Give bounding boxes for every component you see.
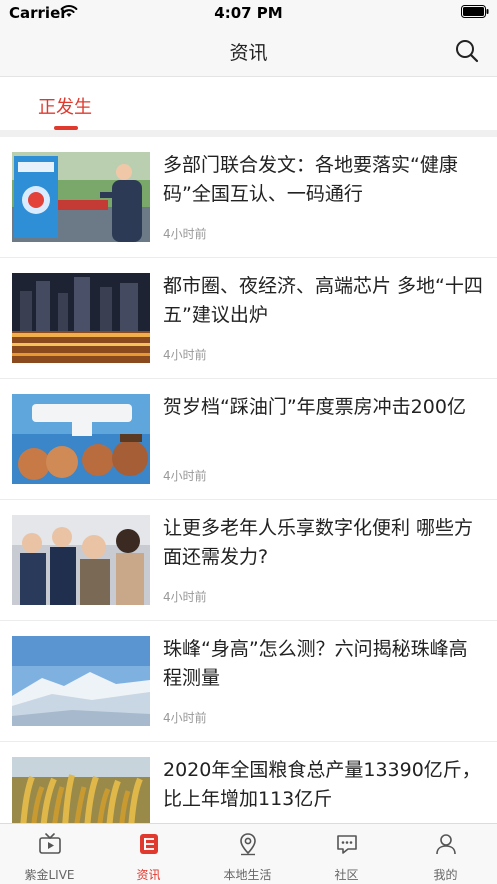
tab-community[interactable]: 社区 xyxy=(297,824,396,884)
tab-label: 社区 xyxy=(334,868,359,882)
bottom-tab-bar: 紫金LIVE 资讯 本地生活 社区 我的 xyxy=(0,823,497,884)
news-time: 4小时前 xyxy=(163,227,207,241)
news-time: 4小时前 xyxy=(163,711,207,725)
tab-label: 我的 xyxy=(433,868,458,882)
news-title: 贺岁档“踩油门”年度票房冲击200亿 xyxy=(163,396,466,418)
tab-label: 资讯 xyxy=(136,868,161,882)
news-time: 4小时前 xyxy=(163,348,207,362)
tab-news[interactable]: 资讯 xyxy=(99,824,198,884)
battery-icon xyxy=(461,5,489,18)
news-item[interactable]: 都市圈、夜经济、高端芯片 多地“十四五”建议出炉 4小时前 xyxy=(0,258,497,379)
news-item[interactable]: 让更多老年人乐享数字化便利 哪些方面还需发力? 4小时前 xyxy=(0,500,497,621)
news-title: 让更多老年人乐享数字化便利 哪些方面还需发力? xyxy=(163,517,474,568)
news-thumbnail xyxy=(12,636,150,726)
news-list: 多部门联合发文：各地要落实“健康码”全国互认、一码通行 4小时前 都市圈、夜经济… xyxy=(0,137,497,823)
tab-local-life[interactable]: 本地生活 xyxy=(198,824,297,884)
news-item[interactable]: 2020年全国粮食总产量13390亿斤，比上年增加113亿斤 xyxy=(0,742,497,823)
nav-bar: 资讯 xyxy=(0,26,497,77)
status-bar: Carrier 4:07 PM xyxy=(0,0,497,26)
news-time: 4小时前 xyxy=(163,469,207,483)
tab-label: 紫金LIVE xyxy=(24,868,75,882)
news-thumbnail xyxy=(12,515,150,605)
clock: 4:07 PM xyxy=(214,4,283,22)
person-icon xyxy=(436,834,456,855)
search-icon[interactable] xyxy=(455,39,479,63)
news-thumbnail xyxy=(12,757,150,823)
news-title: 多部门联合发文：各地要落实“健康码”全国互认、一码通行 xyxy=(163,154,458,205)
news-thumbnail xyxy=(12,273,150,363)
news-item[interactable]: 贺岁档“踩油门”年度票房冲击200亿 4小时前 xyxy=(0,379,497,500)
tab-zhengfasheng[interactable]: 正发生 xyxy=(38,93,92,119)
tab-profile[interactable]: 我的 xyxy=(396,824,495,884)
news-thumbnail xyxy=(12,152,150,242)
news-title: 2020年全国粮食总产量13390亿斤，比上年增加113亿斤 xyxy=(163,759,481,810)
news-item[interactable]: 珠峰“身高”怎么测？六问揭秘珠峰高程测量 4小时前 xyxy=(0,621,497,742)
news-thumbnail xyxy=(12,394,150,484)
page-title: 资讯 xyxy=(229,42,268,64)
news-time: 4小时前 xyxy=(163,590,207,604)
tab-zijin-live[interactable]: 紫金LIVE xyxy=(0,824,99,884)
divider xyxy=(0,130,497,137)
tab-label: 本地生活 xyxy=(223,868,272,882)
news-title: 珠峰“身高”怎么测？六问揭秘珠峰高程测量 xyxy=(163,638,468,689)
news-title: 都市圈、夜经济、高端芯片 多地“十四五”建议出炉 xyxy=(163,275,483,326)
chat-bubble-icon xyxy=(337,835,357,854)
category-tabs: 正发生 xyxy=(0,77,497,130)
location-pin-icon xyxy=(240,833,256,856)
tv-icon xyxy=(39,833,61,854)
news-item[interactable]: 多部门联合发文：各地要落实“健康码”全国互认、一码通行 4小时前 xyxy=(0,137,497,258)
news-icon xyxy=(140,834,158,854)
